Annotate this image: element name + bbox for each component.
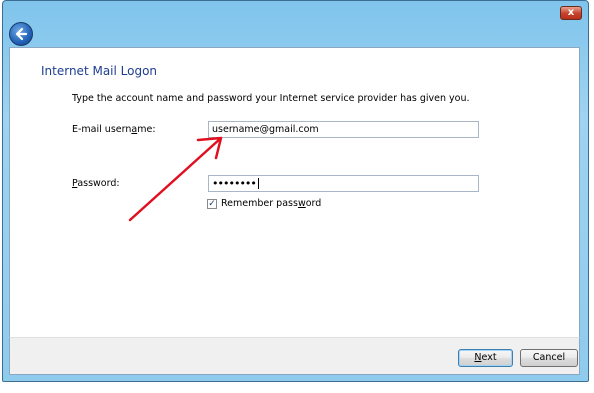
wizard-content: Internet Mail Logon Type the account nam… <box>9 47 580 337</box>
remember-password-checkbox[interactable]: ✓ <box>207 198 217 209</box>
wizard-footer: Next Cancel <box>9 337 580 375</box>
close-button[interactable]: x <box>560 6 582 20</box>
password-label: Password: <box>72 178 120 189</box>
next-button[interactable]: Next <box>458 349 513 367</box>
username-label: E-mail username: <box>72 124 156 135</box>
password-field[interactable]: •••••••• <box>208 175 479 192</box>
title-bar: x <box>3 1 588 46</box>
email-username-value: username@gmail.com <box>212 124 319 135</box>
text-caret <box>257 178 259 189</box>
remember-password-label: Remember password <box>221 198 322 209</box>
wizard-window: x Internet Mail Logon Type the account n… <box>2 0 589 382</box>
cancel-button[interactable]: Cancel <box>520 349 578 367</box>
email-username-field[interactable]: username@gmail.com <box>208 121 479 138</box>
back-arrow-icon <box>15 27 28 41</box>
page-title: Internet Mail Logon <box>41 64 158 78</box>
password-masked-value: •••••••• <box>212 177 257 190</box>
back-button[interactable] <box>9 22 33 46</box>
remember-password-row[interactable]: ✓ Remember password <box>207 198 321 209</box>
close-icon: x <box>567 7 575 18</box>
intro-text: Type the account name and password your … <box>72 93 470 104</box>
